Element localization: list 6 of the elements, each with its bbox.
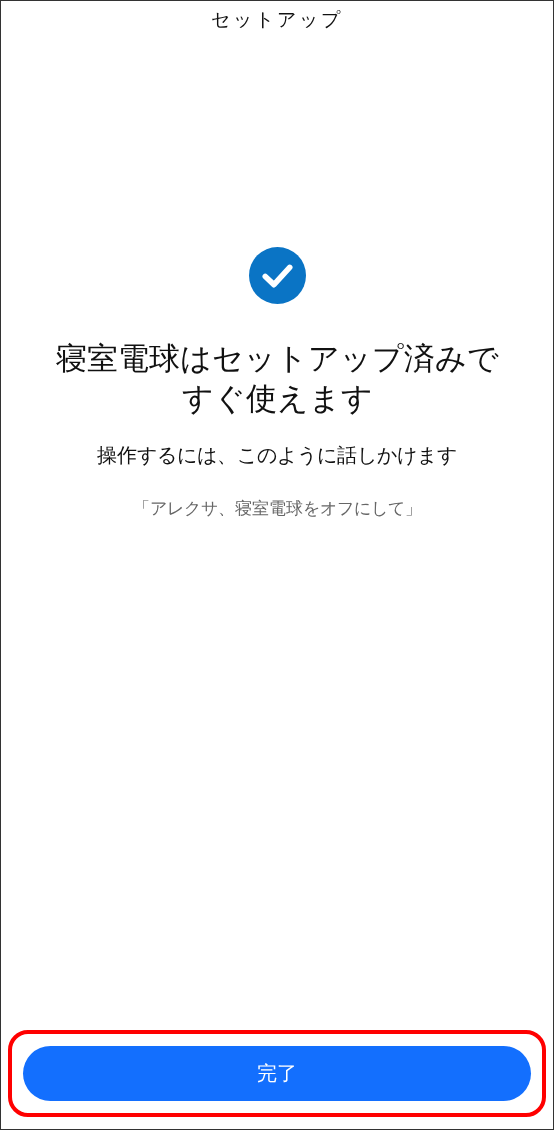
heading: 寝室電球はセットアップ済みですぐ使えます — [54, 339, 500, 418]
example-phrase: 「アレクサ、寝室電球をオフにして」 — [132, 497, 422, 520]
instruction-text: 操作するには、このように話しかけます — [97, 443, 457, 469]
done-button[interactable]: 完了 — [23, 1046, 531, 1101]
check-circle-icon — [248, 247, 306, 304]
page-title: セットアップ — [211, 7, 343, 32]
